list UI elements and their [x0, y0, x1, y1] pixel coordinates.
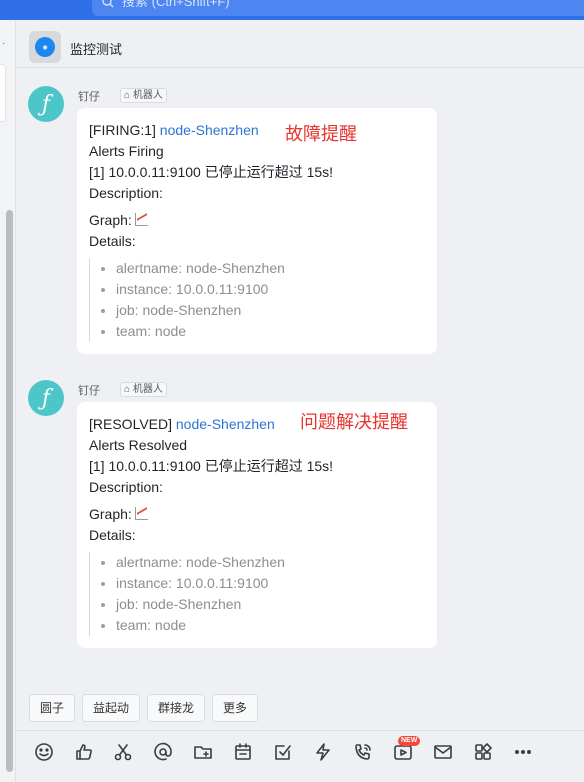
annotation-fault: 故障提醒	[285, 124, 357, 144]
search-placeholder: 搜索 (Ctrl+Shift+F)	[122, 0, 230, 9]
bot-avatar[interactable]: ƒ	[28, 86, 64, 122]
alert-detail-line: [1] 10.0.0.11:9100 已停止运行超过 15s!	[89, 164, 334, 180]
message-bubble[interactable]: [RESOLVED] node-Shenzhen Alerts Resolved…	[77, 402, 437, 648]
task-check-icon[interactable]	[272, 741, 294, 763]
input-toolbar: NEW	[16, 730, 584, 770]
group-avatar[interactable]: ◉	[29, 31, 61, 63]
list-item: team: node	[97, 321, 425, 342]
sender-name[interactable]: 钉仔	[78, 88, 100, 104]
bot-tag: ⌂ 机器人	[120, 88, 167, 103]
graph-label: Graph:	[89, 506, 132, 522]
alert-line: Alerts Firing	[89, 143, 164, 159]
at-icon[interactable]	[152, 741, 174, 763]
more-icon[interactable]	[512, 741, 534, 763]
graph-label: Graph:	[89, 212, 132, 228]
quick-actions: 圆子 益起动 群接龙 更多	[29, 694, 259, 722]
phone-icon[interactable]	[352, 741, 374, 763]
message-firing: ƒ 钉仔 ⌂ 机器人 [FIRING:1] node-Shenzhen Aler…	[16, 80, 584, 360]
bot-tag: ⌂ 机器人	[120, 382, 167, 397]
alert-status: [FIRING:1]	[89, 122, 156, 138]
apps-icon[interactable]	[472, 741, 494, 763]
list-item: alertname: node-Shenzhen	[97, 258, 425, 279]
alert-line: Alerts Resolved	[89, 437, 188, 453]
details-label: Details:	[89, 527, 136, 543]
alert-detail-line: [1] 10.0.0.11:9100 已停止运行超过 15s!	[89, 458, 334, 474]
calendar-icon[interactable]	[232, 741, 254, 763]
dot-marker: ·	[2, 38, 6, 49]
graph-icon[interactable]	[134, 507, 148, 520]
list-item: alertname: node-Shenzhen	[97, 552, 425, 573]
chip-more[interactable]: 更多	[212, 694, 259, 722]
ding-lightning-icon[interactable]	[312, 741, 334, 763]
details-list: alertname: node-Shenzhen instance: 10.0.…	[89, 258, 425, 342]
list-item: instance: 10.0.0.11:9100	[97, 279, 425, 300]
annotation-resolved: 问题解决提醒	[300, 412, 408, 432]
chat-title[interactable]: 监控测试	[70, 39, 122, 58]
chat-header: ◉ 监控测试	[16, 20, 584, 68]
scrollbar[interactable]	[6, 210, 13, 772]
message-resolved: ƒ 钉仔 ⌂ 机器人 [RESOLVED] node-Shenzhen Aler…	[16, 374, 584, 654]
scissors-icon[interactable]	[112, 741, 134, 763]
list-item: job: node-Shenzhen	[97, 300, 425, 321]
node-link[interactable]: node-Shenzhen	[160, 122, 259, 138]
group-logo-icon: ◉	[35, 37, 55, 57]
list-item: job: node-Shenzhen	[97, 594, 425, 615]
description-label: Description:	[89, 185, 163, 201]
top-bar: 搜索 (Ctrl+Shift+F)	[0, 0, 584, 20]
mail-icon[interactable]	[432, 741, 454, 763]
node-link[interactable]: node-Shenzhen	[176, 416, 275, 432]
message-bubble[interactable]: [FIRING:1] node-Shenzhen Alerts Firing […	[77, 108, 437, 354]
alert-status: [RESOLVED]	[89, 416, 172, 432]
graph-line: Graph:	[89, 504, 425, 525]
list-item: team: node	[97, 615, 425, 636]
graph-line: Graph:	[89, 210, 425, 231]
emoji-icon[interactable]	[33, 741, 55, 763]
graph-icon[interactable]	[134, 213, 148, 226]
bot-avatar[interactable]: ƒ	[28, 380, 64, 416]
conversation-card-edge[interactable]	[0, 64, 6, 122]
description-label: Description:	[89, 479, 163, 495]
list-item: instance: 10.0.0.11:9100	[97, 573, 425, 594]
thumbs-up-icon[interactable]	[73, 741, 95, 763]
chip-yuanzi[interactable]: 圆子	[29, 694, 76, 722]
chip-yiqidong[interactable]: 益起动	[82, 694, 141, 722]
conversation-list-edge: ·	[0, 20, 16, 782]
chip-qunjielong[interactable]: 群接龙	[147, 694, 206, 722]
alert-title-line: [FIRING:1] node-Shenzhen	[89, 120, 425, 141]
details-list: alertname: node-Shenzhen instance: 10.0.…	[89, 552, 425, 636]
search-icon	[102, 0, 114, 8]
folder-add-icon[interactable]	[192, 741, 214, 763]
sender-name[interactable]: 钉仔	[78, 382, 100, 398]
details-label: Details:	[89, 233, 136, 249]
new-badge: NEW	[398, 736, 421, 746]
search-input[interactable]: 搜索 (Ctrl+Shift+F)	[92, 0, 584, 16]
